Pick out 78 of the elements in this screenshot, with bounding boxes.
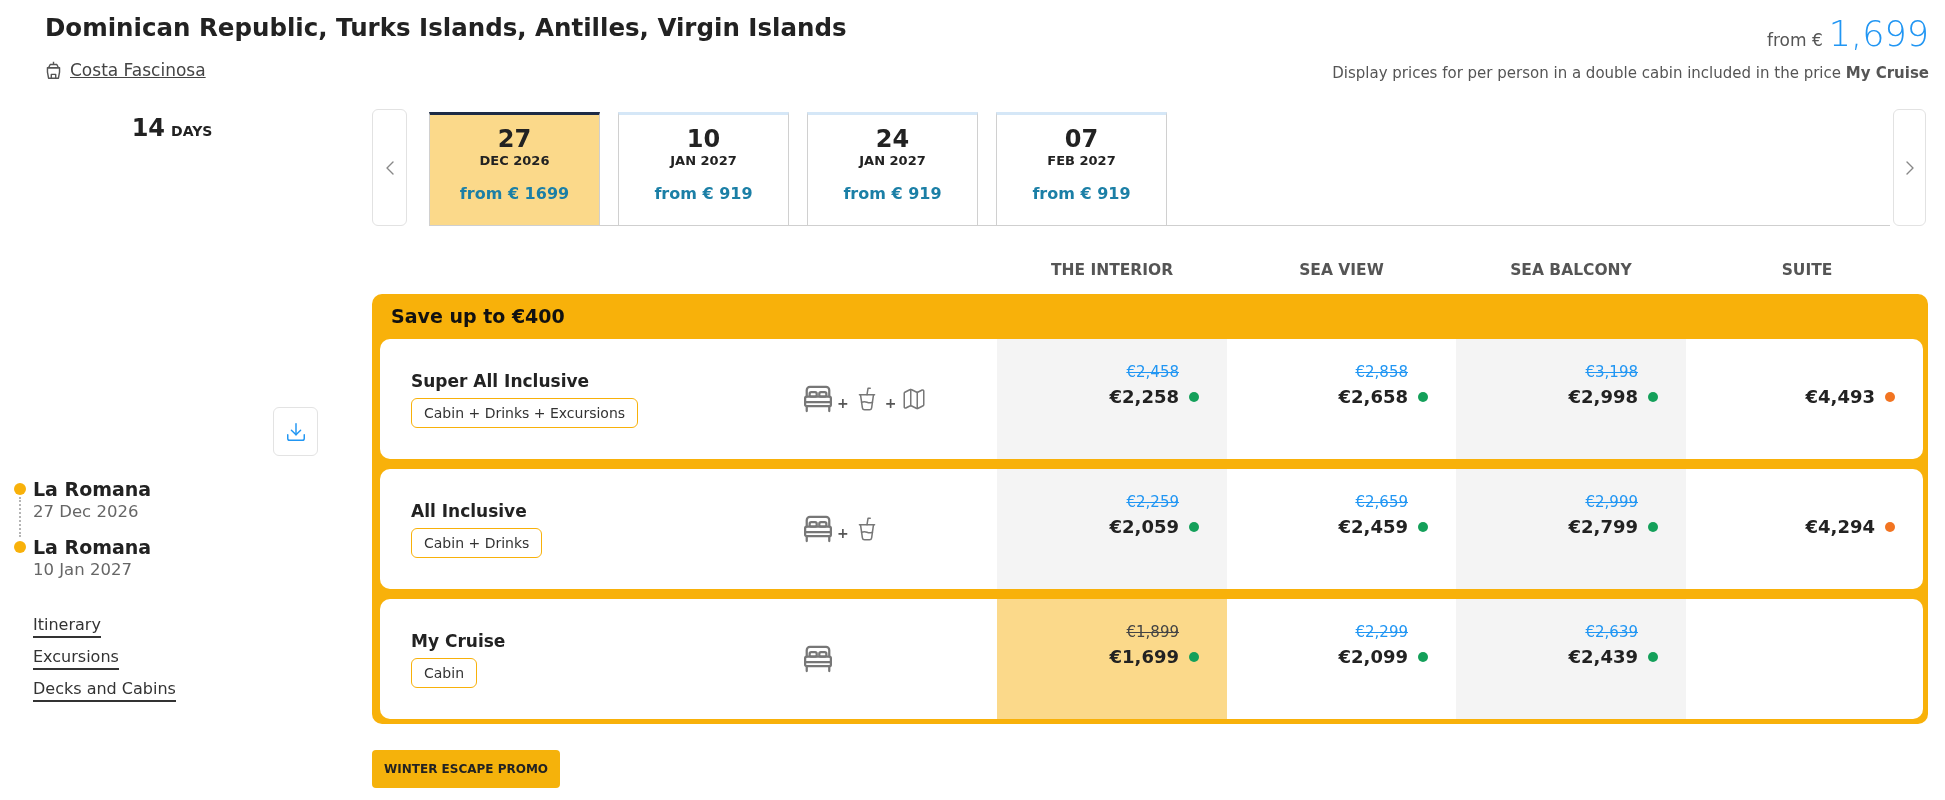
price-cell[interactable]: €2,999 €2,799 [1456,469,1686,589]
bed-icon [804,515,832,543]
old-price: €2,259 [1126,492,1179,512]
price-note: Display prices for per person in a double cabin included in the price My Cruise [1332,63,1929,83]
price: €2,658 [1338,385,1408,409]
port-date: 27 Dec 2026 [33,501,140,523]
from-label: from € [1767,29,1823,52]
price: €2,099 [1338,645,1408,669]
ship-link[interactable]: Costa Fascinosa [45,59,206,81]
old-price: €2,858 [1355,362,1408,382]
offer-title: Save up to €400 [391,304,565,330]
download-icon [284,420,307,443]
plus-sign: + [837,523,849,543]
map-icon [901,386,928,412]
price: €2,799 [1568,515,1638,539]
section-link[interactable]: Excursions [33,646,119,670]
price: €2,998 [1568,385,1638,409]
cabin-column-header: SEA VIEW [1299,260,1384,281]
chevron-right-icon [1905,160,1914,175]
old-price: €2,999 [1585,492,1638,512]
price-cell[interactable]: €2,299 €2,099 [1227,599,1456,719]
cabin-column-header: SUITE [1781,260,1833,281]
previous-button[interactable] [372,109,407,226]
old-price: €1,899 [1126,622,1179,642]
promo-button[interactable]: WINTER ESCAPE PROMO [372,750,561,788]
port-marker-icon [14,541,26,553]
date-tab[interactable]: 10 JAN 2027 from € 919 [618,112,789,225]
price: €2,459 [1338,515,1408,539]
price: €2,439 [1568,645,1638,669]
price-cell[interactable]: €1,899 €1,699 [997,599,1227,719]
dotted-route-line [19,497,21,537]
bed-icon [804,645,832,673]
plus-sign: + [884,393,897,413]
old-price: €2,458 [1126,362,1179,382]
price-cell[interactable]: €2,858 €2,658 [1227,339,1456,459]
plus-sign: + [837,393,849,413]
old-price: €2,299 [1355,622,1408,642]
old-price: €2,639 [1585,622,1638,642]
from-price: 1,699 [1828,13,1929,56]
section-link[interactable]: Itinerary [33,614,101,638]
package-name: Super All Inclusive [411,370,590,392]
old-price: €2,659 [1355,492,1408,512]
package-tag: Cabin [411,658,477,688]
next-button[interactable] [1893,109,1926,226]
price-cell[interactable]: €2,458 €2,258 [997,339,1227,459]
price-cell[interactable]: €4,294 [1686,469,1923,589]
package-name: My Cruise [411,630,506,652]
cabin-column-header: THE INTERIOR [1050,260,1174,281]
bed-icon [804,385,832,413]
package-tag: Cabin + Drinks [411,528,543,558]
chevron-left-icon [385,160,394,175]
price-cell[interactable]: €3,198 €2,998 [1456,339,1686,459]
price: €2,258 [1109,385,1179,409]
price: €4,294 [1805,515,1875,539]
price-cell[interactable]: €4,493 [1686,339,1923,459]
date-tab[interactable]: 24 JAN 2027 from € 919 [807,112,978,225]
cruise-title: Dominican Republic, Turks Islands, Antilles, Virgin Islands [45,12,847,44]
date-tab[interactable]: 27 DEC 2026 from € 1699 [429,112,600,225]
port-date: 10 Jan 2027 [33,559,133,581]
price-cell[interactable]: €2,639 €2,439 [1456,599,1686,719]
old-price: €3,198 [1585,362,1638,382]
price-cell[interactable]: €2,259 €2,059 [997,469,1227,589]
price: €1,699 [1109,645,1179,669]
price-cell[interactable]: €2,659 €2,459 [1227,469,1456,589]
download-button[interactable] [273,407,318,456]
price: €4,493 [1805,385,1875,409]
duration-number: 14 [131,113,166,143]
section-link[interactable]: Decks and Cabins [33,678,176,702]
cabin-column-header: SEA BALCONY [1510,260,1632,281]
port-name: La Romana [33,477,152,501]
package-name: All Inclusive [411,500,527,522]
port-name: La Romana [33,535,152,559]
port-marker-icon [14,483,26,495]
price: €2,059 [1109,515,1179,539]
date-tab[interactable]: 07 FEB 2027 from € 919 [996,112,1167,225]
package-tag: Cabin + Drinks + Excursions [411,398,639,428]
duration-unit: DAYS [171,122,213,141]
building-icon [45,61,62,79]
